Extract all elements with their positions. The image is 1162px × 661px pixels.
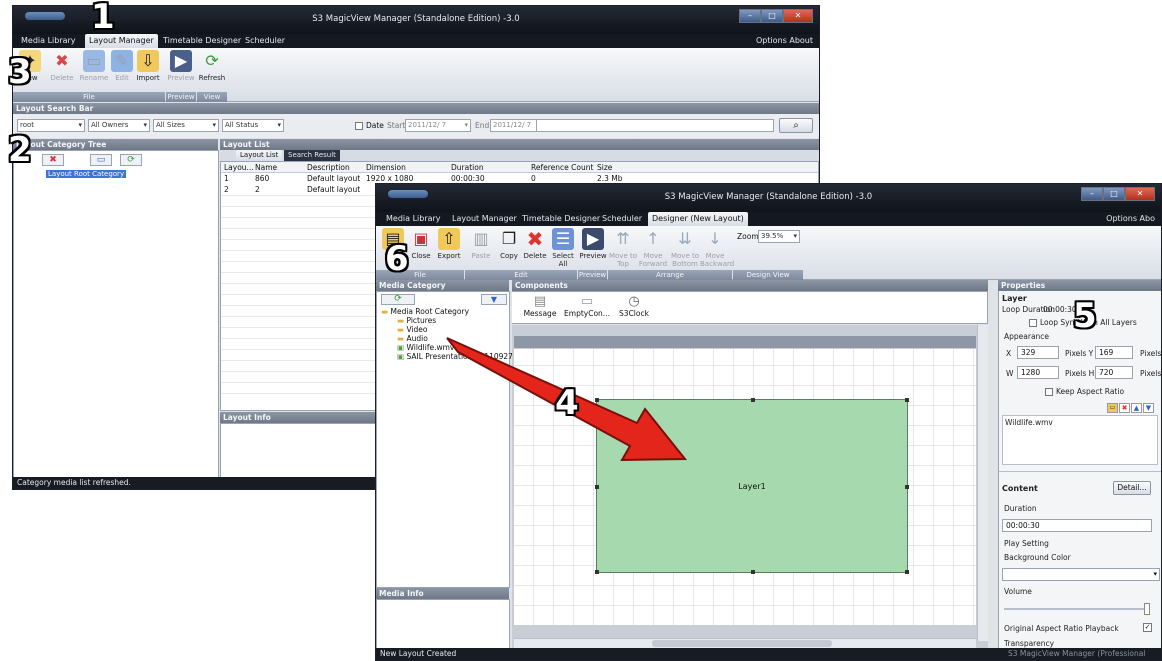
annotation-4: 4 [555, 383, 579, 423]
annotation-5: 5 [1073, 296, 1097, 336]
annotation-1: 1 [91, 0, 115, 37]
annotation-6: 6 [385, 239, 409, 279]
annotation-arrow [446, 337, 688, 462]
annotation-3: 3 [8, 52, 32, 92]
annotation-2: 2 [8, 130, 32, 170]
